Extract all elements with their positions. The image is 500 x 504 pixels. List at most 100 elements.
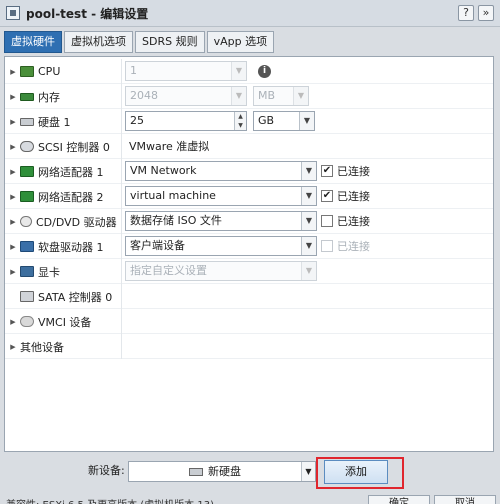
- new-device-label: 新设备:: [88, 464, 125, 477]
- expand-arrow-icon[interactable]: ▶: [8, 343, 18, 351]
- cpu-count-select[interactable]: 1 ▼: [125, 61, 247, 81]
- device-label-cd-dvd[interactable]: ▶ CD/DVD 驱动器 1: [5, 209, 121, 234]
- chevron-down-icon: ▼: [301, 462, 315, 481]
- memory-icon: [20, 92, 34, 101]
- cancel-button[interactable]: 取消: [434, 495, 496, 504]
- disk-icon: [20, 117, 34, 126]
- device-row-video-card: ▶ 显卡 指定自定义设置 ▼: [5, 259, 493, 284]
- chevron-down-icon: ▼: [293, 87, 308, 105]
- network-1-connected-label: 已连接: [337, 165, 370, 178]
- disk-icon: [189, 467, 203, 476]
- device-row-sata: SATA 控制器 0: [5, 284, 493, 309]
- device-label-network-1[interactable]: ▶ 网络适配器 1: [5, 159, 121, 184]
- column-divider: [121, 284, 122, 309]
- video-card-icon: [20, 266, 34, 277]
- tab-bar: 虚拟硬件 虚拟机选项 SDRS 规则 vApp 选项: [4, 31, 275, 53]
- cd-dvd-select[interactable]: 数据存储 ISO 文件 ▼: [125, 211, 317, 231]
- chevron-down-icon: ▼: [301, 262, 316, 280]
- chevron-down-icon: ▼: [301, 237, 316, 255]
- help-button[interactable]: ?: [458, 5, 474, 21]
- floppy-connected-label: 已连接: [337, 240, 370, 253]
- expand-button[interactable]: »: [478, 5, 494, 21]
- column-divider: [121, 59, 122, 84]
- video-card-select[interactable]: 指定自定义设置 ▼: [125, 261, 317, 281]
- expand-arrow-icon[interactable]: ▶: [8, 268, 18, 276]
- tab-vapp-options[interactable]: vApp 选项: [206, 31, 275, 53]
- hardware-panel: ▶ CPU 1 ▼ i ▶ 内存 2048 ▼ MB ▼ ▶ 硬盘 1 25 ▲…: [4, 56, 494, 452]
- device-label-memory[interactable]: ▶ 内存: [5, 84, 121, 109]
- chevron-down-icon: ▼: [231, 87, 246, 105]
- expand-arrow-icon[interactable]: ▶: [8, 193, 18, 201]
- memory-size-input[interactable]: 2048 ▼: [125, 86, 247, 106]
- cpu-icon: [20, 66, 34, 77]
- disk-size-input[interactable]: 25 ▲ ▼: [125, 111, 247, 131]
- expand-arrow-icon[interactable]: ▶: [8, 168, 18, 176]
- device-label-other[interactable]: ▶ 其他设备: [5, 334, 121, 359]
- floppy-icon: [20, 241, 34, 252]
- memory-unit-select[interactable]: MB ▼: [253, 86, 309, 106]
- expand-arrow-icon[interactable]: ▶: [8, 318, 18, 326]
- cd-dvd-connected-checkbox[interactable]: [321, 215, 333, 227]
- network-2-connected-checkbox[interactable]: ✔: [321, 190, 333, 202]
- tab-vm-options[interactable]: 虚拟机选项: [64, 31, 133, 53]
- expand-arrow-icon[interactable]: ▶: [8, 218, 18, 226]
- device-label-video-card[interactable]: ▶ 显卡: [5, 259, 121, 284]
- expand-arrow-icon[interactable]: ▶: [8, 243, 18, 251]
- device-label-network-2[interactable]: ▶ 网络适配器 2: [5, 184, 121, 209]
- column-divider: [121, 159, 122, 184]
- expand-arrow-icon[interactable]: ▶: [8, 118, 18, 126]
- annotation-highlight-box: [316, 457, 404, 489]
- device-row-other: ▶ 其他设备: [5, 334, 493, 359]
- dialog-footer: 新设备: 新硬盘 ▼ 添加 兼容性: ESXi 6.5 及更高版本 (虚拟机版本…: [0, 452, 500, 504]
- chevron-down-icon: ▼: [231, 62, 246, 80]
- scsi-type-value: VMware 准虚拟: [129, 140, 210, 153]
- compatibility-text: 兼容性: ESXi 6.5 及更高版本 (虚拟机版本 13): [6, 496, 214, 504]
- title-bar: pool-test - 编辑设置 ? »: [0, 0, 500, 27]
- tab-sdrs-rules[interactable]: SDRS 规则: [135, 31, 205, 53]
- device-row-floppy: ▶ 软盘驱动器 1 客户端设备 ▼ 已连接: [5, 234, 493, 259]
- expand-arrow-icon[interactable]: ▶: [8, 93, 18, 101]
- chevron-down-icon: ▼: [301, 162, 316, 180]
- device-row-scsi: ▶ SCSI 控制器 0 VMware 准虚拟: [5, 134, 493, 159]
- network-2-select[interactable]: virtual machine ▼: [125, 186, 317, 206]
- tab-virtual-hardware[interactable]: 虚拟硬件: [4, 31, 62, 53]
- column-divider: [121, 84, 122, 109]
- device-label-disk[interactable]: ▶ 硬盘 1: [5, 109, 121, 134]
- floppy-select[interactable]: 客户端设备 ▼: [125, 236, 317, 256]
- chevron-down-icon: ▼: [301, 212, 316, 230]
- column-divider: [121, 309, 122, 334]
- device-row-disk: ▶ 硬盘 1 25 ▲ ▼ GB ▼: [5, 109, 493, 134]
- chevron-down-icon: ▼: [299, 112, 314, 130]
- column-divider: [121, 184, 122, 209]
- device-label-scsi[interactable]: ▶ SCSI 控制器 0: [5, 134, 121, 159]
- network-icon: [20, 166, 34, 177]
- column-divider: [121, 109, 122, 134]
- network-1-select[interactable]: VM Network ▼: [125, 161, 317, 181]
- floppy-connected-checkbox[interactable]: [321, 240, 333, 252]
- device-label-floppy[interactable]: ▶ 软盘驱动器 1: [5, 234, 121, 259]
- device-row-memory: ▶ 内存 2048 ▼ MB ▼: [5, 84, 493, 109]
- expand-arrow-icon[interactable]: ▶: [8, 143, 18, 151]
- column-divider: [121, 134, 122, 159]
- cd-icon: [20, 216, 32, 227]
- device-row-cd-dvd: ▶ CD/DVD 驱动器 1 数据存储 ISO 文件 ▼ 已连接: [5, 209, 493, 234]
- vmci-icon: [20, 316, 34, 327]
- chevron-down-icon: ▼: [301, 187, 316, 205]
- scsi-icon: [20, 141, 34, 152]
- column-divider: [121, 334, 122, 359]
- device-row-network-1: ▶ 网络适配器 1 VM Network ▼ ✔ 已连接: [5, 159, 493, 184]
- ok-button[interactable]: 确定: [368, 495, 430, 504]
- device-row-vmci: ▶ VMCI 设备: [5, 309, 493, 334]
- column-divider: [121, 209, 122, 234]
- device-label-vmci[interactable]: ▶ VMCI 设备: [5, 309, 121, 334]
- vm-settings-icon: [6, 6, 20, 20]
- new-device-select[interactable]: 新硬盘 ▼: [128, 461, 316, 482]
- expand-arrow-icon[interactable]: ▶: [8, 68, 18, 76]
- device-label-cpu[interactable]: ▶ CPU: [5, 59, 121, 84]
- sata-icon: [20, 291, 34, 302]
- disk-unit-select[interactable]: GB ▼: [253, 111, 315, 131]
- info-icon[interactable]: i: [258, 65, 271, 78]
- spinner-icon[interactable]: ▲ ▼: [234, 112, 246, 130]
- network-2-connected-label: 已连接: [337, 190, 370, 203]
- network-1-connected-checkbox[interactable]: ✔: [321, 165, 333, 177]
